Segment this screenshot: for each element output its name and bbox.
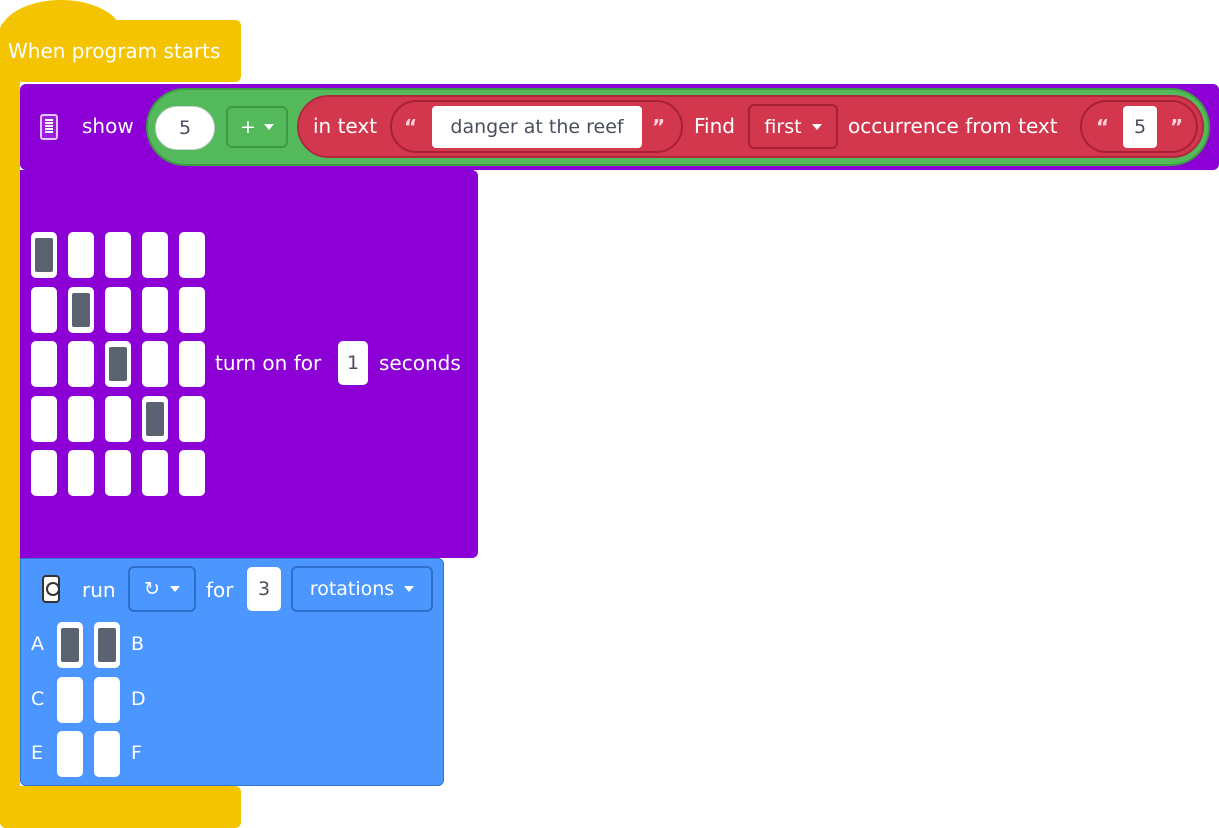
motor-port-toggle[interactable] <box>57 731 83 777</box>
search-input[interactable]: 5 <box>1123 106 1157 148</box>
port-label: E <box>31 742 44 764</box>
close-quote-icon: ” <box>652 115 666 139</box>
matrix-pixel[interactable] <box>68 395 94 442</box>
matrix-pixel[interactable] <box>68 232 94 278</box>
motor-port-toggle[interactable] <box>57 622 83 668</box>
matrix-pixel[interactable] <box>105 341 131 387</box>
matrix-pixel[interactable] <box>31 395 57 442</box>
rotate-clockwise-icon: ↻ <box>144 578 160 600</box>
operator-value: + <box>240 116 256 138</box>
occurrence-label: occurrence from text <box>848 114 1058 138</box>
occurrence-mode-dropdown[interactable]: first <box>748 104 838 149</box>
matrix-pixel[interactable] <box>179 450 205 496</box>
occurrence-mode-value: first <box>764 115 802 138</box>
chevron-down-icon <box>404 586 415 592</box>
chevron-down-icon <box>169 586 180 592</box>
chevron-down-icon <box>263 124 274 130</box>
matrix-pixel[interactable] <box>105 395 131 442</box>
event-stack-foot <box>0 786 241 828</box>
chevron-down-icon <box>811 123 822 130</box>
matrix-pixel[interactable] <box>105 450 131 496</box>
for-label: for <box>206 578 234 602</box>
matrix-pixel[interactable] <box>179 286 205 333</box>
motor-port-toggle[interactable] <box>94 676 120 723</box>
motor-port-toggle[interactable] <box>94 622 120 668</box>
matrix-pixel[interactable] <box>142 450 168 496</box>
matrix-pixel[interactable] <box>31 341 57 387</box>
matrix-pixel[interactable] <box>68 341 94 387</box>
in-text-label: in text <box>313 114 378 138</box>
text-input[interactable]: danger at the reef <box>432 106 642 148</box>
port-label: A <box>31 633 44 655</box>
event-stack-rail <box>0 60 20 828</box>
port-label: D <box>131 687 146 710</box>
matrix-pixel[interactable] <box>68 450 94 496</box>
turn-on-label: turn on for <box>215 351 322 375</box>
port-label: C <box>31 687 45 710</box>
port-label: B <box>131 633 145 655</box>
matrix-pixel[interactable] <box>142 286 168 333</box>
seconds-label: seconds <box>379 351 461 375</box>
matrix-pixel[interactable] <box>31 450 57 496</box>
matrix-pixel[interactable] <box>179 395 205 442</box>
unit-value: rotations <box>309 578 395 600</box>
matrix-pixel[interactable] <box>31 232 57 278</box>
unit-dropdown[interactable]: rotations <box>291 566 433 612</box>
seconds-input[interactable]: 1 <box>338 341 368 385</box>
show-label: show <box>82 114 134 138</box>
matrix-pixel[interactable] <box>179 341 205 387</box>
find-label: Find <box>694 114 735 138</box>
matrix-pixel[interactable] <box>31 286 57 333</box>
direction-dropdown[interactable]: ↻ <box>128 566 196 612</box>
close-quote-icon: ” <box>1170 115 1184 139</box>
port-label: F <box>131 742 142 764</box>
run-label: run <box>82 578 116 602</box>
matrix-display-icon <box>40 114 58 140</box>
event-hat-label: When program starts <box>8 39 221 63</box>
matrix-pixel[interactable] <box>142 341 168 387</box>
open-quote-icon: “ <box>404 115 418 139</box>
motor-icon <box>42 575 60 603</box>
number-input[interactable]: 5 <box>155 106 215 150</box>
amount-input[interactable]: 3 <box>247 567 281 611</box>
matrix-pixel[interactable] <box>68 286 94 333</box>
matrix-pixel[interactable] <box>142 232 168 278</box>
matrix-pixel[interactable] <box>105 232 131 278</box>
operator-dropdown[interactable]: + <box>226 106 288 148</box>
motor-port-toggle[interactable] <box>94 731 120 777</box>
open-quote-icon: “ <box>1096 115 1110 139</box>
matrix-pixel[interactable] <box>142 395 168 442</box>
matrix-pixel[interactable] <box>105 286 131 333</box>
motor-port-toggle[interactable] <box>57 676 83 723</box>
matrix-pixel[interactable] <box>179 232 205 278</box>
